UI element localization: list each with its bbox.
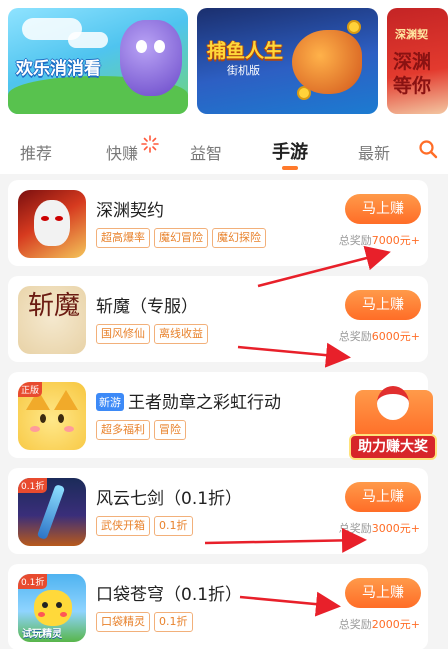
game-tag: 魔幻冒险 <box>154 228 208 248</box>
promo-floating-badge[interactable]: 助力赚大奖 <box>347 386 439 470</box>
game-tag: 超高爆率 <box>96 228 150 248</box>
game-tags: 国风修仙 离线收益 <box>96 324 208 344</box>
game-tag: 超多福利 <box>96 420 150 440</box>
game-title: 风云七剑（0.1折） <box>96 489 243 509</box>
banner-subtitle: 街机版 <box>227 64 260 77</box>
game-card[interactable]: 深渊契约 超高爆率 魔幻冒险 魔幻探险 马上赚 总奖励7000元+ <box>8 180 428 266</box>
promo-label: 助力赚大奖 <box>349 434 437 460</box>
icon-calligraphy: 斩魔 <box>28 291 81 321</box>
banner-title: 欢乐消消看 <box>16 59 101 79</box>
game-icon: 正版 <box>18 382 86 450</box>
banner-abyss-game[interactable]: 深渊契 深渊 等你 <box>387 8 448 114</box>
game-tag: 国风修仙 <box>96 324 150 344</box>
game-card[interactable]: 斩魔 斩魔（专服） 国风修仙 离线收益 马上赚 总奖励6000元+ <box>8 276 428 362</box>
search-icon[interactable] <box>418 139 438 159</box>
game-tags: 武侠开箱 0.1折 <box>96 516 193 536</box>
category-tabs: 推荐 快赚 益智 手游 最新 <box>0 122 448 174</box>
game-title: 口袋苍穹（0.1折） <box>96 585 243 605</box>
earn-now-button[interactable]: 马上赚 <box>345 578 421 608</box>
icon-caption: 试玩精灵 <box>22 629 62 640</box>
banner-match-game[interactable]: 欢乐消消看 <box>8 8 188 114</box>
total-reward: 总奖励2000元+ <box>338 618 420 631</box>
coin-decoration <box>347 20 361 34</box>
game-tag: 离线收益 <box>154 324 208 344</box>
santa-icon <box>377 386 409 420</box>
game-tag: 0.1折 <box>154 516 193 536</box>
cloud-decoration <box>68 32 108 48</box>
game-tags: 超多福利 冒险 <box>96 420 186 440</box>
new-game-badge: 新游 <box>96 393 124 411</box>
banner-subtitle: 深渊 等你 <box>393 51 432 97</box>
icon-corner-badge: 正版 <box>18 382 43 397</box>
game-title: 斩魔（专服） <box>96 297 198 317</box>
game-tags: 口袋精灵 0.1折 <box>96 612 193 632</box>
earn-now-button[interactable]: 马上赚 <box>345 290 421 320</box>
game-tags: 超高爆率 魔幻冒险 魔幻探险 <box>96 228 266 248</box>
tab-mobile-games[interactable]: 手游 <box>272 138 308 164</box>
game-icon <box>18 190 86 258</box>
game-icon: 0.1折 <box>18 478 86 546</box>
game-title: 新游 王者勋章之彩虹行动 <box>96 388 281 413</box>
icon-corner-badge: 0.1折 <box>18 478 48 493</box>
earn-now-button[interactable]: 马上赚 <box>345 482 421 512</box>
banner-title: 深渊契 <box>395 28 428 41</box>
earn-now-button[interactable]: 马上赚 <box>345 194 421 224</box>
game-tag: 冒险 <box>154 420 186 440</box>
banner-fishing-game[interactable]: 捕鱼人生 街机版 <box>197 8 378 114</box>
tab-puzzle[interactable]: 益智 <box>190 140 222 164</box>
sparkle-icon <box>141 135 159 153</box>
total-reward: 总奖励3000元+ <box>338 522 420 535</box>
game-card[interactable]: 0.1折 试玩精灵 口袋苍穹（0.1折） 口袋精灵 0.1折 马上赚 总奖励20… <box>8 564 428 649</box>
total-reward: 总奖励6000元+ <box>338 330 420 343</box>
total-reward: 总奖励7000元+ <box>338 234 420 247</box>
banner-carousel: 欢乐消消看 捕鱼人生 街机版 深渊契 深渊 等你 <box>0 0 448 122</box>
fish-mascot-image <box>292 30 362 94</box>
tab-quick-earn[interactable]: 快赚 <box>106 140 138 164</box>
game-icon: 斩魔 <box>18 286 86 354</box>
game-tag: 0.1折 <box>154 612 193 632</box>
game-tag: 口袋精灵 <box>96 612 150 632</box>
tab-latest[interactable]: 最新 <box>358 140 390 164</box>
active-tab-indicator <box>282 166 298 170</box>
banner-title: 捕鱼人生 <box>207 40 284 62</box>
game-tag: 魔幻探险 <box>212 228 266 248</box>
icon-corner-badge: 0.1折 <box>18 574 48 589</box>
game-tag: 武侠开箱 <box>96 516 150 536</box>
game-card[interactable]: 0.1折 风云七剑（0.1折） 武侠开箱 0.1折 马上赚 总奖励3000元+ <box>8 468 428 554</box>
game-title: 深渊契约 <box>96 201 164 221</box>
tab-recommend[interactable]: 推荐 <box>20 140 52 164</box>
game-icon: 0.1折 试玩精灵 <box>18 574 86 642</box>
mascot-image <box>120 20 182 96</box>
